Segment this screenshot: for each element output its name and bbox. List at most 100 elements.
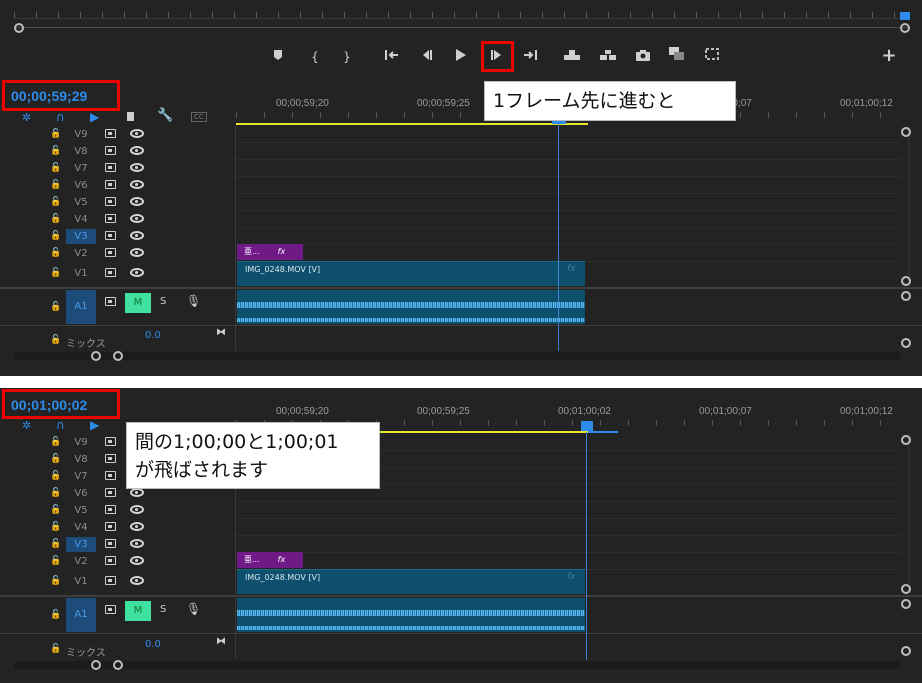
lock-icon[interactable]: 🔓 bbox=[50, 539, 61, 549]
track-row-v9[interactable]: 🔓 V9 bbox=[0, 126, 236, 143]
lift-icon[interactable] bbox=[561, 47, 583, 67]
vr-video-icon[interactable] bbox=[701, 47, 723, 67]
extract-icon[interactable] bbox=[597, 47, 619, 67]
zoom-handle-left[interactable] bbox=[14, 23, 24, 33]
track-label[interactable]: V4 bbox=[66, 520, 96, 535]
scroll-handle[interactable] bbox=[901, 338, 911, 348]
track-row-v2[interactable]: 🔓 V2 bbox=[0, 553, 236, 570]
step-back-icon[interactable] bbox=[415, 47, 437, 67]
scroll-handle[interactable] bbox=[901, 127, 911, 137]
track-row-v3[interactable]: 🔓 V3 bbox=[0, 536, 236, 553]
track-row-v5[interactable]: 🔓 V5 bbox=[0, 502, 236, 519]
sync-lock-icon[interactable] bbox=[105, 576, 116, 585]
lock-icon[interactable]: 🔓 bbox=[50, 644, 61, 654]
lock-icon[interactable]: 🔓 bbox=[50, 522, 61, 532]
scroll-handle[interactable] bbox=[901, 584, 911, 594]
track-label[interactable]: V2 bbox=[66, 246, 96, 261]
track-label[interactable]: V9 bbox=[66, 435, 96, 450]
go-to-out-icon[interactable] bbox=[519, 47, 541, 67]
lock-icon[interactable]: 🔓 bbox=[50, 488, 61, 498]
eye-icon[interactable] bbox=[130, 505, 144, 514]
track-label[interactable]: V6 bbox=[66, 486, 96, 501]
sync-lock-icon[interactable] bbox=[105, 539, 116, 548]
track-label[interactable]: V7 bbox=[66, 469, 96, 484]
adjustment-clip[interactable]: 亜... fx bbox=[237, 552, 303, 568]
track-label[interactable]: V3 bbox=[66, 537, 96, 552]
microphone-icon[interactable]: 🎙 bbox=[186, 294, 201, 308]
eye-icon[interactable] bbox=[130, 163, 144, 172]
scroll-handle[interactable] bbox=[901, 291, 911, 301]
lock-icon[interactable]: 🔓 bbox=[50, 610, 61, 620]
sync-lock-icon[interactable] bbox=[105, 146, 116, 155]
sync-lock-icon[interactable] bbox=[105, 248, 116, 257]
track-row-a1[interactable]: 🔓 A1 M S 🎙 bbox=[0, 290, 236, 324]
sync-lock-icon[interactable] bbox=[105, 471, 116, 480]
mark-in-icon[interactable]: { bbox=[304, 47, 326, 67]
track-label[interactable]: V4 bbox=[66, 212, 96, 227]
lock-icon[interactable]: 🔓 bbox=[50, 197, 61, 207]
adjustment-clip[interactable]: 亜... fx bbox=[237, 244, 303, 260]
track-label[interactable]: V1 bbox=[66, 574, 96, 589]
scroll-handle[interactable] bbox=[901, 276, 911, 286]
sync-lock-icon[interactable] bbox=[105, 268, 116, 277]
add-button-icon[interactable]: + bbox=[878, 46, 900, 66]
eye-icon[interactable] bbox=[130, 248, 144, 257]
lock-icon[interactable]: 🔓 bbox=[50, 335, 61, 345]
track-label[interactable]: A1 bbox=[66, 290, 96, 324]
monitor-time-ruler[interactable] bbox=[14, 8, 910, 34]
add-marker-icon[interactable] bbox=[267, 47, 289, 67]
track-label[interactable]: V7 bbox=[66, 161, 96, 176]
track-label[interactable]: A1 bbox=[66, 598, 96, 632]
track-row-a1[interactable]: 🔓 A1 M S 🎙 bbox=[0, 598, 236, 632]
track-label[interactable]: V5 bbox=[66, 503, 96, 518]
track-label[interactable]: V6 bbox=[66, 178, 96, 193]
insert-sequence-icon[interactable]: ▶ bbox=[90, 418, 99, 432]
wrench-icon[interactable]: 🔧 bbox=[157, 108, 173, 123]
scroll-handle[interactable] bbox=[901, 599, 911, 609]
track-label[interactable]: V8 bbox=[66, 144, 96, 159]
video-clip[interactable]: IMG_0248.MOV [V] fx bbox=[237, 261, 585, 286]
track-label[interactable]: V3 bbox=[66, 229, 96, 244]
captions-icon[interactable]: CC bbox=[191, 112, 207, 122]
lock-icon[interactable]: 🔓 bbox=[50, 248, 61, 258]
sync-lock-icon[interactable] bbox=[105, 197, 116, 206]
audio-clip[interactable] bbox=[237, 290, 585, 324]
eye-icon[interactable] bbox=[130, 488, 144, 497]
horizontal-scrollbar[interactable] bbox=[14, 352, 900, 360]
solo-button[interactable]: S bbox=[160, 604, 166, 615]
video-clip[interactable]: IMG_0248.MOV [V] fx bbox=[237, 569, 585, 594]
track-label[interactable]: V9 bbox=[66, 127, 96, 142]
timeline-playhead-handle[interactable] bbox=[581, 421, 593, 431]
track-row-v2[interactable]: 🔓 V2 bbox=[0, 245, 236, 262]
scroll-handle-left[interactable] bbox=[91, 660, 101, 670]
lock-icon[interactable]: 🔓 bbox=[50, 163, 61, 173]
eye-icon[interactable] bbox=[130, 522, 144, 531]
solo-button[interactable]: S bbox=[160, 296, 166, 307]
scroll-handle[interactable] bbox=[901, 435, 911, 445]
lock-icon[interactable]: 🔓 bbox=[50, 129, 61, 139]
fx-badge[interactable]: fx bbox=[278, 247, 286, 256]
mix-volume-value[interactable]: 0.0 bbox=[145, 330, 161, 341]
eye-icon[interactable] bbox=[130, 556, 144, 565]
timecode-display[interactable]: 00;00;59;29 bbox=[2, 80, 120, 111]
track-row-v5[interactable]: 🔓 V5 bbox=[0, 194, 236, 211]
lock-icon[interactable]: 🔓 bbox=[50, 180, 61, 190]
linked-selection-icon[interactable]: ∩ bbox=[56, 418, 65, 432]
sync-lock-icon[interactable] bbox=[105, 180, 116, 189]
track-label[interactable]: V2 bbox=[66, 554, 96, 569]
snap-icon[interactable]: ✲ bbox=[22, 111, 31, 124]
sync-lock-icon[interactable] bbox=[105, 214, 116, 223]
sync-lock-icon[interactable] bbox=[105, 454, 116, 463]
lock-icon[interactable]: 🔓 bbox=[50, 437, 61, 447]
horizontal-scrollbar[interactable] bbox=[14, 661, 900, 669]
lock-icon[interactable]: 🔓 bbox=[50, 214, 61, 224]
lock-icon[interactable]: 🔓 bbox=[50, 302, 61, 312]
fx-badge[interactable]: fx bbox=[567, 572, 576, 582]
track-row-v3[interactable]: 🔓 V3 bbox=[0, 228, 236, 245]
eye-icon[interactable] bbox=[130, 146, 144, 155]
eye-icon[interactable] bbox=[130, 576, 144, 585]
scroll-handle-left[interactable] bbox=[91, 351, 101, 361]
track-row-v1[interactable]: 🔓 V1 bbox=[0, 570, 236, 594]
track-label[interactable]: V1 bbox=[66, 266, 96, 281]
snap-icon[interactable]: ✲ bbox=[22, 419, 31, 432]
